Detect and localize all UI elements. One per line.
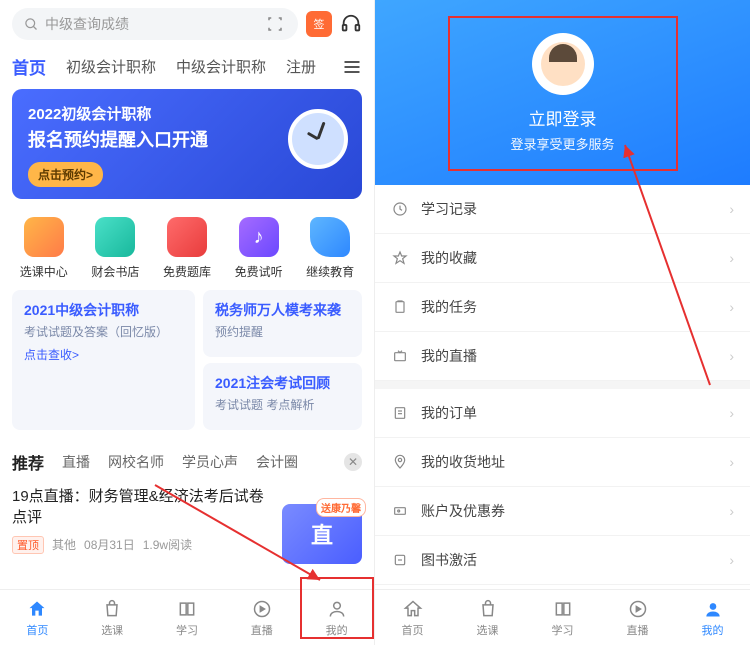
rtab-live[interactable]: 直播 xyxy=(62,452,90,472)
home-icon xyxy=(402,598,424,620)
rtab-voices[interactable]: 学员心声 xyxy=(182,452,238,472)
bag-icon xyxy=(477,598,499,620)
recommend-tabs: 推荐 直播 网校名师 学员心声 会计圈 ✕ xyxy=(0,442,374,478)
screen-home: 中级查询成绩 签 首页 初级会计职称 中级会计职称 注册 2022初级会计职称 … xyxy=(0,0,375,645)
profile-header: 立即登录 登录享受更多服务 xyxy=(375,0,750,185)
tab-live-btn[interactable]: 直播 xyxy=(224,590,299,645)
menu-live[interactable]: 我的直播› xyxy=(375,332,750,381)
tab-home-btn[interactable]: 首页 xyxy=(375,590,450,645)
tab-home-btn[interactable]: 首页 xyxy=(0,590,75,645)
pinned-tag: 置顶 xyxy=(12,536,44,554)
search-input[interactable]: 中级查询成绩 xyxy=(12,8,298,40)
banner-cta[interactable]: 点击预约> xyxy=(28,162,103,187)
headphone-icon: ♪ xyxy=(239,217,279,257)
menu-icon[interactable] xyxy=(342,59,362,75)
tv-icon xyxy=(391,347,409,365)
quick-courses[interactable]: 选课中心 xyxy=(20,217,68,280)
bag-icon xyxy=(101,598,123,620)
tab-me-btn[interactable]: 我的 xyxy=(675,590,750,645)
tab-cpa[interactable]: 注册 xyxy=(286,56,316,77)
search-placeholder: 中级查询成绩 xyxy=(45,14,129,34)
close-icon[interactable]: ✕ xyxy=(344,453,362,471)
clock-icon xyxy=(391,200,409,218)
tab-live-btn[interactable]: 直播 xyxy=(600,590,675,645)
menu-group-1: 学习记录› 我的收藏› 我的任务› 我的直播› xyxy=(375,185,750,381)
quick-questions[interactable]: 免费题库 xyxy=(163,217,211,280)
chevron-right-icon: › xyxy=(729,299,734,315)
gift-badge: 送康乃馨 xyxy=(316,498,366,517)
menu-address[interactable]: 我的收货地址› xyxy=(375,438,750,487)
chevron-right-icon: › xyxy=(729,250,734,266)
rtab-circle[interactable]: 会计圈 xyxy=(256,452,298,472)
scan-icon[interactable] xyxy=(264,13,286,35)
login-subtitle: 登录享受更多服务 xyxy=(510,134,614,153)
category-tabs: 首页 初级会计职称 中级会计职称 注册 xyxy=(0,48,374,89)
chevron-right-icon: › xyxy=(729,201,734,217)
book-icon xyxy=(95,217,135,257)
clock-icon xyxy=(288,109,348,169)
key-icon xyxy=(391,551,409,569)
star-icon xyxy=(391,249,409,267)
card-cpa-review[interactable]: 2021注会考试回顾 考试试题 考点解析 xyxy=(203,363,362,430)
chevron-right-icon: › xyxy=(729,503,734,519)
tab-junior[interactable]: 初级会计职称 xyxy=(66,56,156,77)
article-thumbnail: 直 送康乃馨 xyxy=(282,504,362,564)
menu-tasks[interactable]: 我的任务› xyxy=(375,283,750,332)
divider xyxy=(375,381,750,389)
chevron-right-icon: › xyxy=(729,405,734,421)
tab-study-btn[interactable]: 学习 xyxy=(150,590,225,645)
menu-account[interactable]: 账户及优惠券› xyxy=(375,487,750,536)
annotation-highlight xyxy=(300,577,374,639)
card-tax[interactable]: 税务师万人模考来袭 预约提醒 xyxy=(203,290,362,357)
chevron-right-icon: › xyxy=(729,348,734,364)
book-open-icon xyxy=(176,598,198,620)
play-circle-icon xyxy=(627,598,649,620)
search-bar: 中级查询成绩 签 xyxy=(0,0,374,48)
promo-cards: 2021中级会计职称 考试试题及答案（回忆版） 点击查收> 税务师万人模考来袭 … xyxy=(0,290,374,442)
search-icon xyxy=(24,17,39,32)
rtab-recommend[interactable]: 推荐 xyxy=(12,450,44,474)
play-icon xyxy=(24,217,64,257)
quick-trial[interactable]: ♪免费试听 xyxy=(235,217,283,280)
screen-profile: 立即登录 登录享受更多服务 学习记录› 我的收藏› 我的任务› 我的直播› 我的… xyxy=(375,0,750,645)
coupon-icon xyxy=(391,502,409,520)
quick-edu[interactable]: 继续教育 xyxy=(306,217,354,280)
tab-home[interactable]: 首页 xyxy=(12,54,46,79)
shield-icon xyxy=(310,217,350,257)
menu-orders[interactable]: 我的订单› xyxy=(375,389,750,438)
support-icon[interactable] xyxy=(340,13,362,35)
article-item[interactable]: 19点直播：财务管理&经济法考后试卷点评 置顶 其他 08月31日 1.9w阅读… xyxy=(0,478,374,562)
chevron-right-icon: › xyxy=(729,552,734,568)
play-circle-icon xyxy=(251,598,273,620)
checkin-button[interactable]: 签 xyxy=(306,11,332,37)
promo-banner[interactable]: 2022初级会计职称 报名预约提醒入口开通 点击预约> xyxy=(12,89,362,199)
menu-study-record[interactable]: 学习记录› xyxy=(375,185,750,234)
article-title: 19点直播：财务管理&经济法考后试卷点评 xyxy=(12,486,272,528)
tab-mid[interactable]: 中级会计职称 xyxy=(176,56,266,77)
tab-select-btn[interactable]: 选课 xyxy=(75,590,150,645)
tab-study-btn[interactable]: 学习 xyxy=(525,590,600,645)
tab-bar: 首页 选课 学习 直播 我的 xyxy=(375,589,750,645)
order-icon xyxy=(391,404,409,422)
card-midexam[interactable]: 2021中级会计职称 考试试题及答案（回忆版） 点击查收> xyxy=(12,290,195,430)
list-icon xyxy=(167,217,207,257)
quick-nav: 选课中心 财会书店 免费题库 ♪免费试听 继续教育 xyxy=(0,211,374,290)
menu-book-activate[interactable]: 图书激活› xyxy=(375,536,750,585)
quick-bookstore[interactable]: 财会书店 xyxy=(91,217,139,280)
menu-group-2: 我的订单› 我的收货地址› 账户及优惠券› 图书激活› xyxy=(375,389,750,585)
location-icon xyxy=(391,453,409,471)
menu-favorites[interactable]: 我的收藏› xyxy=(375,234,750,283)
chevron-right-icon: › xyxy=(729,454,734,470)
rtab-teachers[interactable]: 网校名师 xyxy=(108,452,164,472)
clipboard-icon xyxy=(391,298,409,316)
user-icon xyxy=(702,598,724,620)
home-icon xyxy=(26,598,48,620)
book-open-icon xyxy=(552,598,574,620)
tab-select-btn[interactable]: 选课 xyxy=(450,590,525,645)
